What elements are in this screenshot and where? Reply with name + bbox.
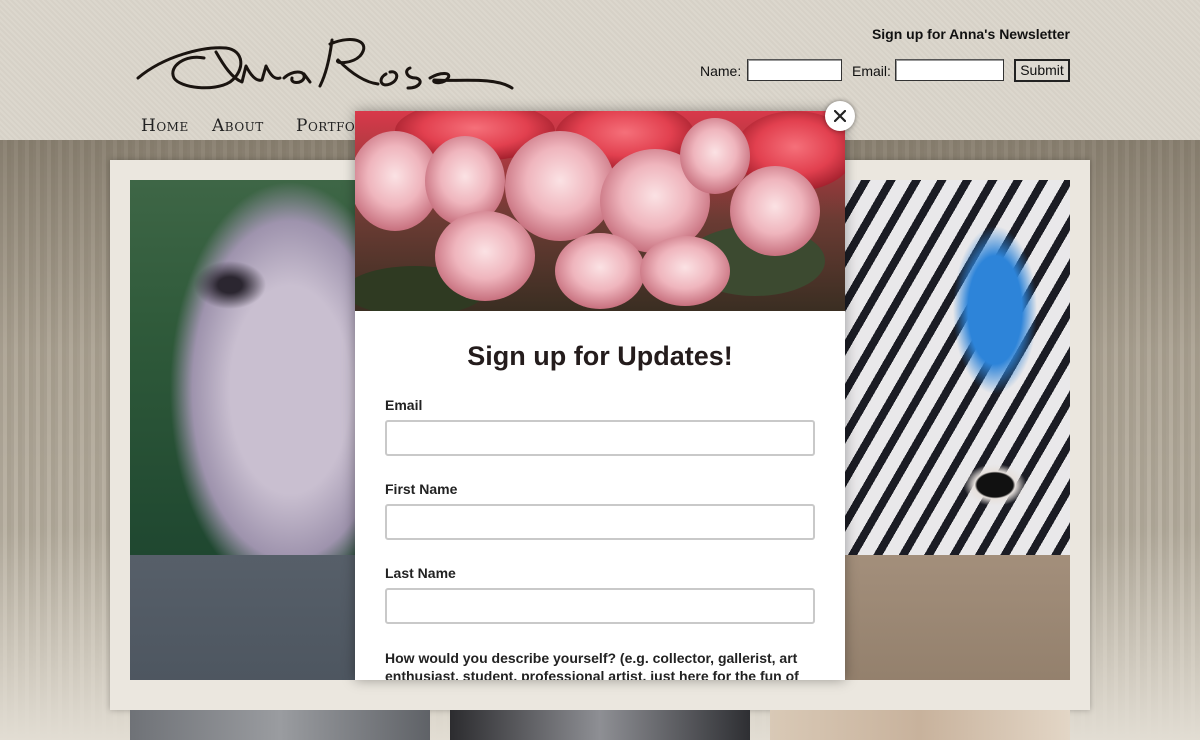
close-icon bbox=[834, 110, 846, 122]
roses-painting bbox=[355, 111, 845, 311]
first-name-field[interactable] bbox=[385, 504, 815, 540]
describe-yourself-label: How would you describe yourself? (e.g. c… bbox=[385, 650, 799, 680]
signup-modal: Sign up for Updates! Email First Name La… bbox=[355, 111, 845, 680]
last-name-field[interactable] bbox=[385, 588, 815, 624]
modal-close-button[interactable] bbox=[825, 101, 855, 131]
modal-title: Sign up for Updates! bbox=[467, 341, 733, 371]
last-name-label: Last Name bbox=[385, 565, 456, 581]
email-label: Email bbox=[385, 397, 423, 413]
email-field[interactable] bbox=[385, 420, 815, 456]
first-name-label: First Name bbox=[385, 481, 458, 497]
